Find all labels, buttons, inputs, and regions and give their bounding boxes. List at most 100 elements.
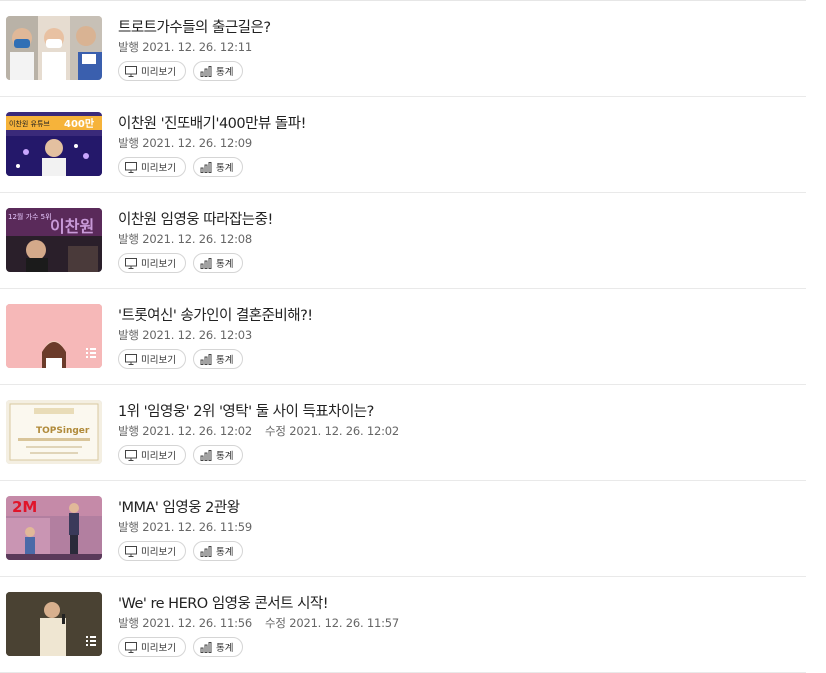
article-actions: 미리보기 통계: [118, 637, 244, 657]
bar-chart-icon: [200, 257, 212, 269]
monitor-icon: [125, 65, 137, 77]
article-actions: 미리보기 통계: [118, 445, 244, 465]
article-actions: 미리보기 통계: [118, 253, 244, 273]
article-thumbnail[interactable]: [6, 592, 102, 656]
bar-chart-icon: [200, 449, 212, 461]
list-item: 12월 가수 5위 이찬원 이찬원 임영웅 따라잡는중! 발행 2021. 12…: [0, 193, 806, 289]
monitor-icon: [125, 641, 137, 653]
list-item: 2M 'MMA' 임영웅 2관왕 발행 2021. 12. 26. 11:59 …: [0, 481, 806, 577]
svg-text:400만: 400만: [64, 117, 95, 130]
preview-button[interactable]: 미리보기: [118, 637, 186, 657]
monitor-icon: [125, 161, 137, 173]
preview-button[interactable]: 미리보기: [118, 541, 186, 561]
article-title[interactable]: 트로트가수들의 출근길은?: [118, 16, 271, 37]
stats-label: 통계: [215, 259, 234, 270]
thumbnail-image: 12월 가수 5위 이찬원: [6, 208, 102, 272]
article-actions: 미리보기 통계: [118, 157, 244, 177]
published-date: 2021. 12. 26. 12:09: [142, 136, 253, 150]
stats-button[interactable]: 통계: [192, 637, 244, 657]
article-actions: 미리보기 통계: [118, 349, 244, 369]
monitor-icon: [125, 545, 137, 557]
stats-label: 통계: [215, 163, 234, 174]
list-item: 'We' re HERO 임영웅 콘서트 시작! 발행 2021. 12. 26…: [0, 577, 806, 673]
thumbnail-image: TOPSinger: [6, 400, 102, 464]
article-meta: 발행 2021. 12. 26. 12:03: [118, 327, 252, 343]
preview-button[interactable]: 미리보기: [118, 157, 186, 177]
stats-label: 통계: [215, 451, 234, 462]
article-thumbnail[interactable]: [6, 304, 102, 368]
thumbnail-caption: 2M: [12, 498, 37, 516]
stats-button[interactable]: 통계: [192, 61, 244, 81]
stats-label: 통계: [215, 547, 234, 558]
modified-date: 2021. 12. 26. 11:57: [289, 616, 400, 630]
thumbnail-caption: TOPSinger: [36, 426, 90, 436]
published-label: 발행: [118, 232, 139, 246]
article-meta: 발행 2021. 12. 26. 12:02 수정 2021. 12. 26. …: [118, 423, 399, 439]
bar-chart-icon: [200, 545, 212, 557]
stats-button[interactable]: 통계: [192, 157, 244, 177]
preview-button[interactable]: 미리보기: [118, 349, 186, 369]
preview-label: 미리보기: [141, 163, 176, 174]
thumbnail-image: [6, 16, 102, 80]
thumbnail-image: 2M: [6, 496, 102, 560]
stats-label: 통계: [215, 355, 234, 366]
published-date: 2021. 12. 26. 12:11: [142, 40, 253, 54]
published-label: 발행: [118, 424, 139, 438]
svg-text:이찬원: 이찬원: [50, 217, 94, 236]
preview-label: 미리보기: [141, 451, 176, 462]
stats-button[interactable]: 통계: [192, 445, 244, 465]
article-title[interactable]: 'MMA' 임영웅 2관왕: [118, 496, 240, 517]
published-label: 발행: [118, 616, 139, 630]
published-label: 발행: [118, 136, 139, 150]
article-thumbnail[interactable]: 2M: [6, 496, 102, 560]
modified-label: 수정: [264, 424, 286, 438]
article-title[interactable]: '트롯여신' 송가인이 결혼준비해?!: [118, 304, 313, 325]
thumbnail-caption: 12월 가수 5위: [8, 212, 52, 221]
bar-chart-icon: [200, 65, 212, 77]
published-date: 2021. 12. 26. 12:03: [142, 328, 253, 342]
article-actions: 미리보기 통계: [118, 541, 244, 561]
preview-label: 미리보기: [141, 355, 176, 366]
article-title[interactable]: 1위 '임영웅' 2위 '영탁' 둘 사이 득표차이는?: [118, 400, 374, 421]
monitor-icon: [125, 449, 137, 461]
published-label: 발행: [118, 328, 139, 342]
article-thumbnail[interactable]: TOPSinger: [6, 400, 102, 464]
stats-label: 통계: [215, 643, 234, 654]
preview-button[interactable]: 미리보기: [118, 253, 186, 273]
list-item: '트롯여신' 송가인이 결혼준비해?! 발행 2021. 12. 26. 12:…: [0, 289, 806, 385]
bar-chart-icon: [200, 353, 212, 365]
article-thumbnail[interactable]: 이찬원 유튜브 400만: [6, 112, 102, 176]
preview-button[interactable]: 미리보기: [118, 445, 186, 465]
bar-chart-icon: [200, 641, 212, 653]
modified-date: 2021. 12. 26. 12:02: [289, 424, 400, 438]
article-title[interactable]: 이찬원 '진또배기'400만뷰 돌파!: [118, 112, 306, 133]
article-meta: 발행 2021. 12. 26. 12:09: [118, 135, 252, 151]
stats-button[interactable]: 통계: [192, 253, 244, 273]
stats-label: 통계: [215, 67, 234, 78]
article-actions: 미리보기 통계: [118, 61, 244, 81]
article-title[interactable]: 이찬원 임영웅 따라잡는중!: [118, 208, 273, 229]
stats-button[interactable]: 통계: [192, 541, 244, 561]
article-thumbnail[interactable]: [6, 16, 102, 80]
article-meta: 발행 2021. 12. 26. 12:11: [118, 39, 252, 55]
article-title[interactable]: 'We' re HERO 임영웅 콘서트 시작!: [118, 592, 329, 613]
published-date: 2021. 12. 26. 11:59: [142, 520, 253, 534]
thumbnail-image: 이찬원 유튜브 400만: [6, 112, 102, 176]
list-item: TOPSinger 1위 '임영웅' 2위 '영탁' 둘 사이 득표차이는? 발…: [0, 385, 806, 481]
bar-chart-icon: [200, 161, 212, 173]
monitor-icon: [125, 257, 137, 269]
published-label: 발행: [118, 40, 139, 54]
monitor-icon: [125, 353, 137, 365]
article-meta: 발행 2021. 12. 26. 12:08: [118, 231, 252, 247]
thumbnail-caption: 이찬원 유튜브: [9, 119, 50, 128]
stats-button[interactable]: 통계: [192, 349, 244, 369]
preview-button[interactable]: 미리보기: [118, 61, 186, 81]
published-label: 발행: [118, 520, 139, 534]
published-date: 2021. 12. 26. 12:02: [142, 424, 253, 438]
list-item: 트로트가수들의 출근길은? 발행 2021. 12. 26. 12:11 미리보…: [0, 1, 806, 97]
article-thumbnail[interactable]: 12월 가수 5위 이찬원: [6, 208, 102, 272]
preview-label: 미리보기: [141, 547, 176, 558]
article-meta: 발행 2021. 12. 26. 11:59: [118, 519, 252, 535]
article-list: 트로트가수들의 출근길은? 발행 2021. 12. 26. 12:11 미리보…: [0, 0, 806, 673]
modified-label: 수정: [264, 616, 286, 630]
